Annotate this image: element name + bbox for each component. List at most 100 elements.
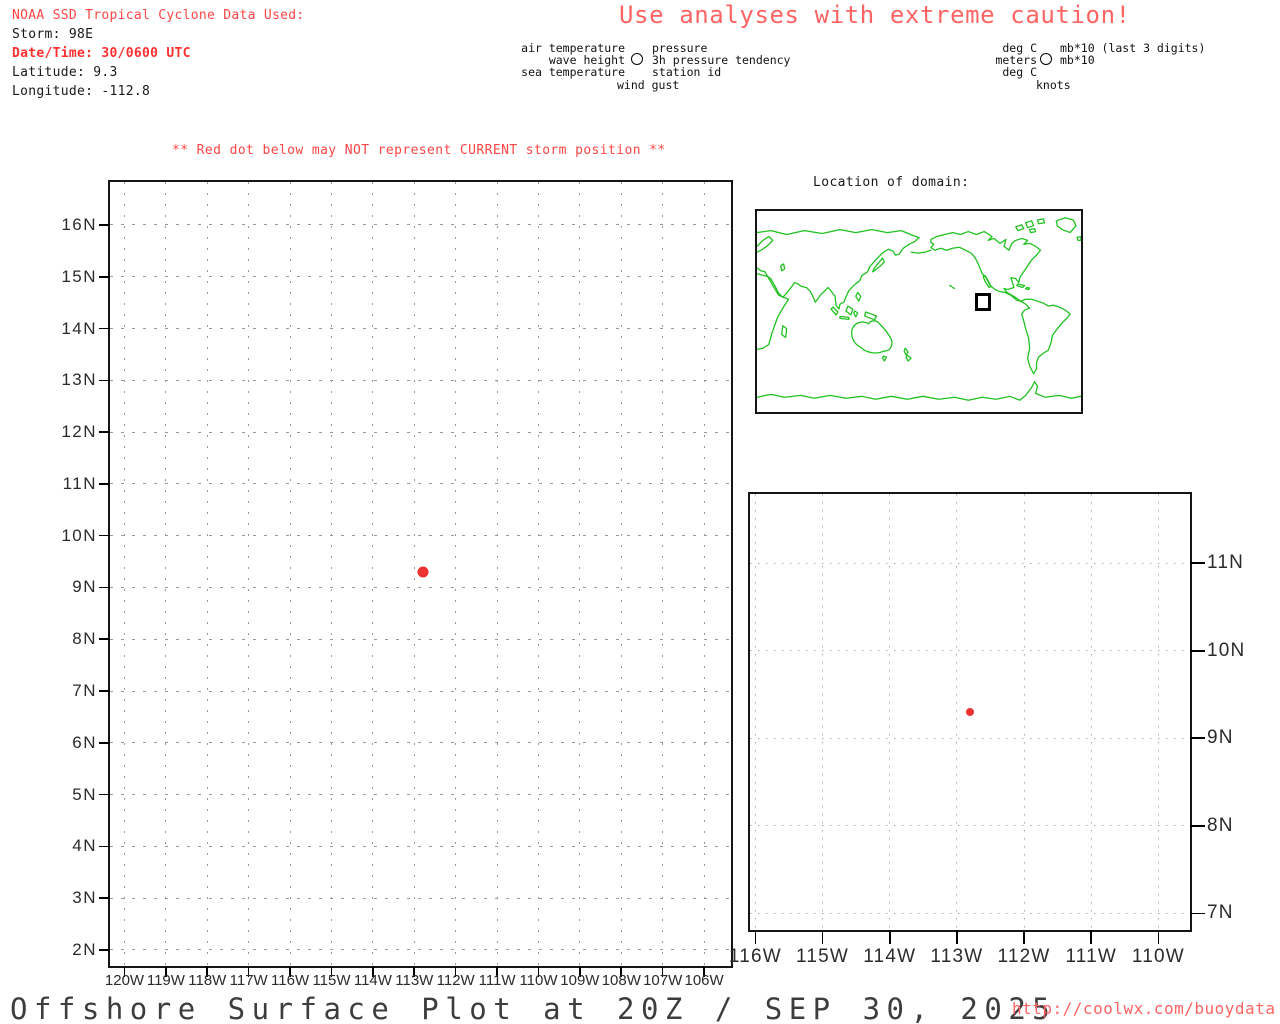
station-legend-right-column: pressure 3h pressure tendency station id (652, 42, 790, 79)
gridline-horizontal (110, 431, 731, 433)
gridline-horizontal (750, 737, 1190, 739)
x-axis-tick (1023, 930, 1025, 944)
gridline-vertical (754, 494, 756, 930)
x-tick-label: 114W (863, 946, 917, 967)
gridline-vertical (1157, 494, 1159, 930)
zoom-plot-area: 116W 115W 114W 113W 112W 111W 110W 11N 10N 9N 8N 7N (729, 494, 1244, 967)
y-axis-tick (99, 224, 110, 226)
gridline-horizontal (110, 897, 731, 899)
x-tick-label: 107W (643, 971, 683, 989)
gridline-vertical (455, 182, 457, 966)
gridline-vertical (413, 182, 415, 966)
x-tick-label: 113W (395, 971, 434, 989)
gridline-vertical (889, 494, 891, 930)
x-tick-label: 106W (684, 971, 724, 989)
main-plot-area: 120W 119W 118W 117W 116W 115W 114W 113W 112W 111W… (61, 182, 731, 989)
gridline-horizontal (110, 483, 731, 485)
x-tick-label: 110W (1131, 946, 1185, 967)
x-tick-label: 116W (271, 971, 310, 989)
gridline-horizontal (110, 224, 731, 226)
x-axis-tick (1157, 930, 1160, 944)
legend-wind-gust: wind gust (617, 77, 680, 92)
gridline-vertical (956, 494, 958, 930)
legend-sea-temperature: sea temperature (521, 65, 625, 80)
world-coastline-svg (757, 217, 1081, 401)
y-axis-tick (99, 586, 110, 589)
gridline-horizontal (750, 562, 1190, 564)
x-tick-label: 117W (229, 971, 268, 989)
storm-98E-position (417, 566, 429, 578)
gridline-vertical (289, 182, 291, 966)
storm-datetime-line: Date/Time: 30/0600 UTC (12, 46, 191, 61)
y-axis-tick (99, 431, 110, 433)
buoy-surface-plot-page: NOAA SSD Tropical Cyclone Data Used: Sto… (0, 0, 1280, 1024)
gridline-horizontal (750, 912, 1190, 914)
world-coastline (757, 217, 1081, 401)
station-circle-icon (631, 53, 643, 65)
y-tick-label: 2N (72, 939, 97, 959)
y-axis-tick (99, 327, 110, 330)
domain-extent-rectangle (975, 293, 991, 311)
y-tick-label: 12N (61, 422, 97, 442)
storm-longitude-line: Longitude: -112.8 (12, 84, 151, 99)
gridline-horizontal (110, 949, 731, 951)
storm-98E-position (966, 708, 975, 716)
y-axis-tick (1190, 737, 1205, 740)
y-tick-label: 14N (61, 318, 97, 338)
gridline-vertical (662, 182, 664, 966)
y-tick-label: 11N (1207, 552, 1245, 574)
y-tick-label: 3N (72, 888, 97, 908)
zoomed-domain-plot: 116W 115W 114W 113W 112W 111W 110W 11N 10N 9N 8N 7N (729, 492, 1244, 967)
units-circle-icon (1040, 53, 1052, 65)
gridline-horizontal (110, 742, 731, 744)
y-axis-tick (99, 845, 110, 848)
gridline-vertical (822, 494, 824, 930)
gridline-vertical (1090, 494, 1092, 930)
world-locator-map (755, 209, 1083, 414)
gridline-vertical (248, 182, 250, 966)
main-offshore-plot: 120W 119W 118W 117W 116W 115W 114W 113W 112W 111W… (61, 180, 733, 989)
x-tick-label: 119W (146, 971, 185, 989)
gridline-horizontal (110, 794, 731, 796)
gridline-vertical (123, 182, 125, 966)
plot-title: Offshore Surface Plot at 20Z / SEP 30, 2… (10, 992, 1057, 1024)
y-axis-tick (99, 275, 110, 278)
x-tick-label: 109W (560, 971, 600, 989)
y-tick-label: 8N (72, 629, 97, 649)
gridline-vertical (330, 182, 332, 966)
domain-map-title: Location of domain: (813, 175, 970, 190)
gridline-vertical (496, 182, 498, 966)
x-tick-label: 113W (930, 946, 984, 967)
x-tick-label: 118W (188, 971, 227, 989)
gridline-horizontal (110, 638, 731, 640)
y-tick-label: 4N (72, 836, 97, 856)
gridline-vertical (537, 182, 539, 966)
unit-wind-gust: knots (1036, 77, 1071, 92)
y-axis-tick (99, 483, 110, 485)
gridline-vertical (165, 182, 167, 966)
caution-headline: Use analyses with extreme caution! (619, 1, 1131, 29)
gridline-vertical (1023, 494, 1025, 930)
x-axis-tick (754, 930, 757, 944)
legend-station-id: station id (652, 65, 722, 80)
y-axis-tick (99, 690, 110, 692)
x-tick-label: 116W (728, 946, 782, 967)
y-tick-label: 9N (72, 577, 97, 597)
x-axis-tick (821, 930, 824, 944)
x-tick-label: 108W (601, 971, 641, 989)
y-axis-tick (99, 379, 110, 382)
y-tick-label: 7N (1207, 902, 1234, 924)
gridline-horizontal (110, 379, 731, 381)
x-tick-label: 110W (519, 971, 558, 989)
gridline-vertical (206, 182, 208, 966)
y-tick-label: 11N (62, 473, 97, 493)
x-tick-label: 120W (104, 971, 145, 989)
y-tick-label: 6N (72, 732, 97, 752)
y-axis-tick (99, 534, 110, 537)
gridline-horizontal (110, 845, 731, 847)
y-tick-label: 10N (1207, 639, 1246, 661)
y-axis-tick (1190, 912, 1205, 915)
x-tick-label: 114W (353, 971, 392, 989)
gridline-horizontal (110, 535, 731, 537)
y-axis-tick (1190, 825, 1205, 827)
